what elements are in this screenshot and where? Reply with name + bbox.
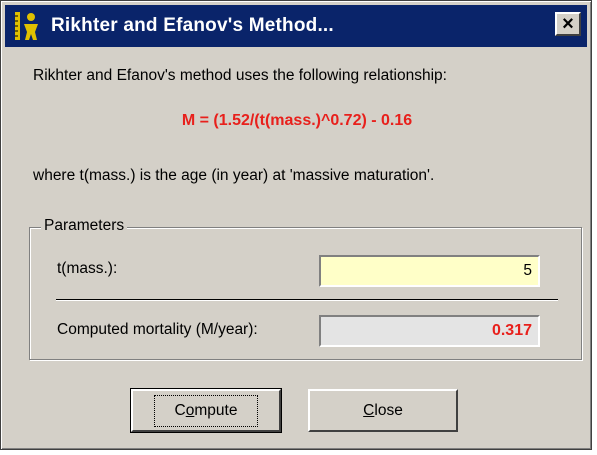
compute-button[interactable]: Compute [130,388,282,433]
tmass-label: t(mass.): [57,260,118,277]
title-bar[interactable]: Rikhter and Efanov's Method... × [5,5,587,47]
mortality-output: 0.317 [319,315,540,347]
formula-text: M = (1.52/(t(mass.)^0.72) - 0.16 [181,112,413,129]
mortality-label: Computed mortality (M/year): [57,321,258,338]
close-icon[interactable]: × [555,12,581,36]
separator [56,299,558,301]
app-icon [11,9,45,43]
close-button-label: Close [363,401,403,419]
where-text: where t(mass.) is the age (in year) at '… [33,167,435,184]
window-title: Rikhter and Efanov's Method... [51,15,334,36]
tmass-input[interactable]: 5 [319,255,540,287]
intro-text: Rikhter and Efanov's method uses the fol… [33,67,447,84]
parameters-legend: Parameters [41,217,128,235]
close-button[interactable]: Close [308,389,458,432]
compute-button-label: Compute [153,394,259,427]
dialog-window: Rikhter and Efanov's Method... × Rikhter… [0,0,592,450]
